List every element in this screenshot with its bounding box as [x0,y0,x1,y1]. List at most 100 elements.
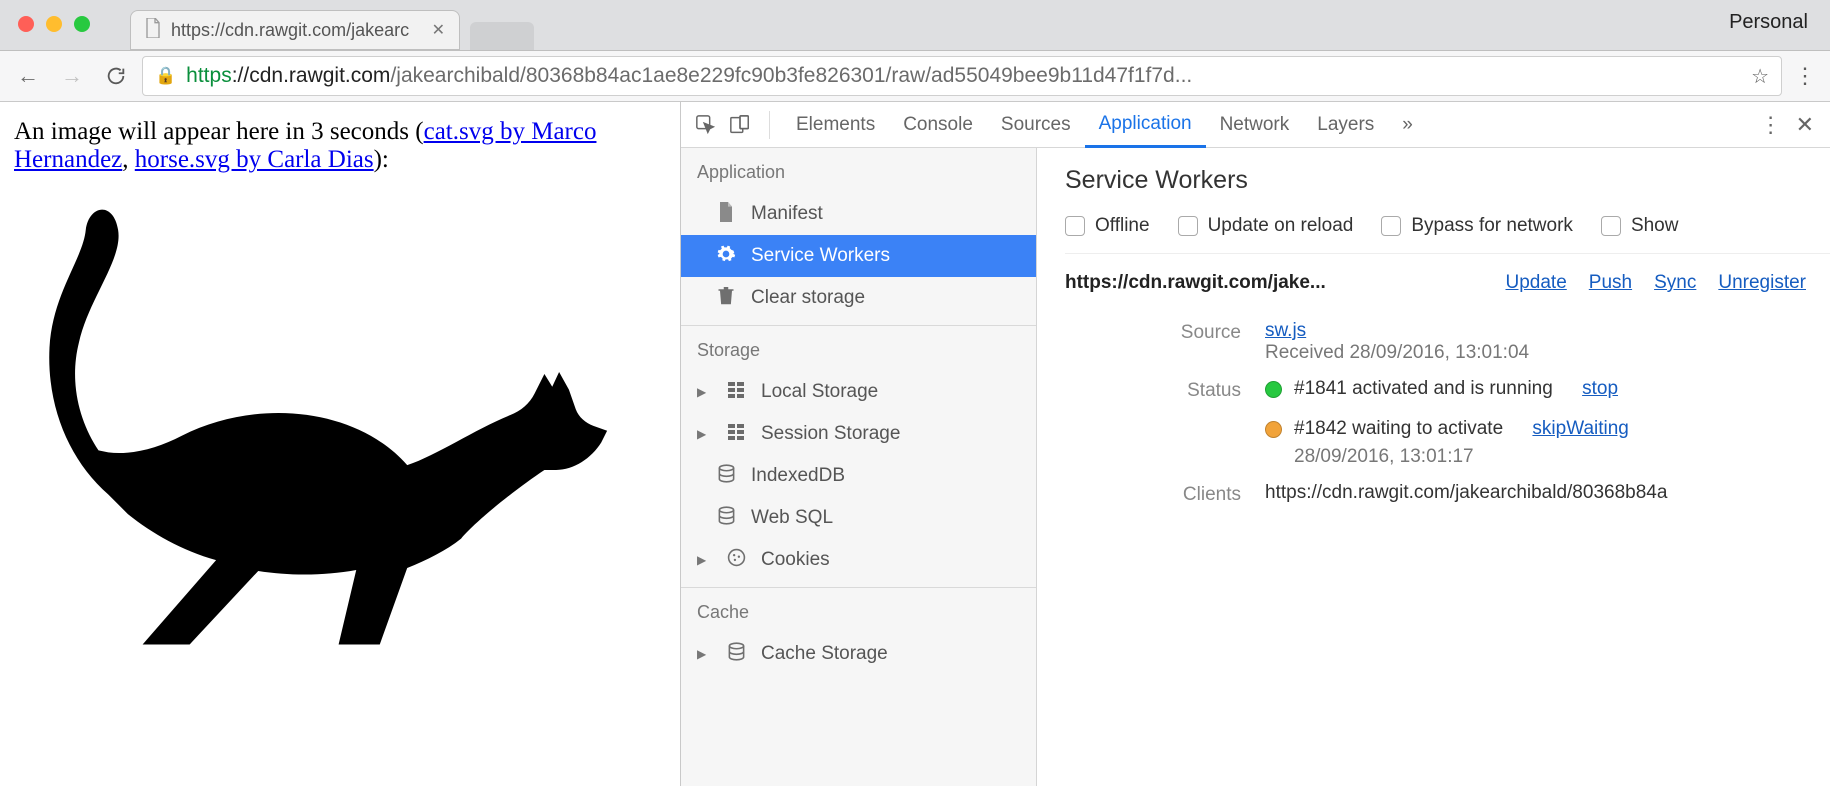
url-host: ://cdn.rawgit.com [232,64,391,87]
reload-button[interactable] [98,58,134,94]
sidebar-item-websql[interactable]: Web SQL [681,497,1036,539]
sidebar-item-clear-storage[interactable]: Clear storage [681,277,1036,319]
browser-tab[interactable]: https://cdn.rawgit.com/jakearc ✕ [130,10,460,50]
group-cache: Cache [681,588,1036,633]
sidebar-item-service-workers[interactable]: Service Workers [681,235,1036,277]
clients-label: Clients [1065,482,1265,506]
database-icon [725,642,747,666]
show-checkbox[interactable]: Show [1601,215,1679,237]
forward-button[interactable]: → [54,58,90,94]
sync-link[interactable]: Sync [1654,272,1696,294]
sidebar-item-local-storage[interactable]: ▶ Local Storage [681,371,1036,413]
push-link[interactable]: Push [1589,272,1632,294]
source-file-link[interactable]: sw.js [1265,320,1306,341]
source-label: Source [1065,320,1265,364]
sidebar-item-cache-storage[interactable]: ▶ Cache Storage [681,633,1036,675]
stop-link[interactable]: stop [1582,378,1618,400]
bookmark-star-icon[interactable]: ☆ [1751,64,1769,89]
inspect-element-icon[interactable] [689,108,723,142]
tab-strip: https://cdn.rawgit.com/jakearc ✕ Persona… [0,0,1830,50]
url-protocol: https [186,64,232,87]
devtools: Elements Console Sources Application Net… [680,102,1830,786]
sidebar-item-label: IndexedDB [751,465,845,487]
toolbar: ← → 🔒 https://cdn.rawgit.com/jakearchiba… [0,50,1830,102]
expand-arrow-icon[interactable]: ▶ [697,385,711,399]
devtools-close-icon[interactable]: ✕ [1796,112,1814,138]
update-link[interactable]: Update [1506,272,1567,294]
panel-title: Service Workers [1065,166,1830,195]
tab-layers[interactable]: Layers [1303,102,1388,148]
tab-console[interactable]: Console [889,102,987,148]
scope-url: https://cdn.rawgit.com/jake... [1065,272,1326,294]
expand-arrow-icon[interactable]: ▶ [697,647,711,661]
profile-label[interactable]: Personal [1729,11,1830,50]
sidebar-item-manifest[interactable]: Manifest [681,193,1036,235]
sidebar-item-label: Session Storage [761,423,900,445]
service-worker-details: Source sw.js Received 28/09/2016, 13:01:… [1065,302,1830,506]
tab-overflow-icon[interactable]: » [1388,102,1427,148]
database-icon [715,506,737,530]
device-toolbar-icon[interactable] [723,108,757,142]
status-dot-orange-icon [1265,421,1282,438]
devtools-tabbar: Elements Console Sources Application Net… [681,102,1830,148]
sidebar-item-label: Clear storage [751,287,865,309]
grid-icon [725,424,747,445]
skipwaiting-link[interactable]: skipWaiting [1532,418,1628,440]
status-dot-green-icon [1265,381,1282,398]
window-controls [0,16,90,50]
maximize-window-button[interactable] [74,16,90,32]
text-prefix: An image will appear here in 3 seconds ( [14,118,424,145]
show-label: Show [1631,215,1679,237]
expand-arrow-icon[interactable]: ▶ [697,427,711,441]
sidebar-item-cookies[interactable]: ▶ Cookies [681,539,1036,581]
page-text: An image will appear here in 3 seconds (… [14,118,666,174]
group-storage: Storage [681,326,1036,371]
back-button[interactable]: ← [10,58,46,94]
status-line-2: #1842 waiting to activate skipWaiting [1265,418,1830,440]
tab-application[interactable]: Application [1085,102,1206,148]
minimize-window-button[interactable] [46,16,62,32]
status-value: #1841 activated and is running stop #184… [1265,378,1830,468]
sidebar-item-label: Service Workers [751,245,890,267]
lock-icon: 🔒 [155,66,176,86]
link-horse-svg[interactable]: horse.svg by Carla Dias [135,146,374,173]
browser-menu-button[interactable]: ⋮ [1790,63,1820,89]
grid-icon [725,382,747,403]
tab-elements[interactable]: Elements [782,102,889,148]
unregister-link[interactable]: Unregister [1718,272,1806,294]
sidebar-item-indexeddb[interactable]: IndexedDB [681,455,1036,497]
sidebar-item-label: Cache Storage [761,643,888,665]
bypass-label: Bypass for network [1411,215,1573,237]
service-workers-panel: Service Workers Offline Update on reload… [1037,148,1830,786]
panel-options-row: Offline Update on reload Bypass for netw… [1065,209,1830,254]
scope-actions: Update Push Sync Unregister [1506,272,1830,294]
close-tab-icon[interactable]: ✕ [432,20,445,40]
expand-arrow-icon[interactable]: ▶ [697,553,711,567]
page-content: An image will appear here in 3 seconds (… [0,102,680,786]
text-sep: , [122,146,135,173]
scope-row: https://cdn.rawgit.com/jake... Update Pu… [1065,254,1830,302]
new-tab-button[interactable] [470,22,534,50]
cookie-icon [725,548,747,572]
tab-title: https://cdn.rawgit.com/jakearc [171,20,422,41]
status-2-time: 28/09/2016, 13:01:17 [1294,446,1830,468]
separator [769,111,770,139]
content-area: An image will appear here in 3 seconds (… [0,102,1830,786]
update-on-reload-checkbox[interactable]: Update on reload [1178,215,1354,237]
devtools-menu-icon[interactable]: ⋮ [1760,112,1782,138]
close-window-button[interactable] [18,16,34,32]
source-received: Received 28/09/2016, 13:01:04 [1265,342,1529,363]
tab-network[interactable]: Network [1206,102,1304,148]
update-on-reload-label: Update on reload [1208,215,1354,237]
tab-sources[interactable]: Sources [987,102,1085,148]
text-suffix: ): [374,146,389,173]
bypass-checkbox[interactable]: Bypass for network [1381,215,1573,237]
sidebar-item-session-storage[interactable]: ▶ Session Storage [681,413,1036,455]
offline-label: Offline [1095,215,1150,237]
url-path: /jakearchibald/80368b84ac1ae8e229fc90b3f… [390,64,1192,87]
database-icon [715,464,737,488]
status-2-text: #1842 waiting to activate [1294,418,1503,440]
address-bar[interactable]: 🔒 https://cdn.rawgit.com/jakearchibald/8… [142,56,1782,96]
group-application: Application [681,148,1036,193]
offline-checkbox[interactable]: Offline [1065,215,1150,237]
